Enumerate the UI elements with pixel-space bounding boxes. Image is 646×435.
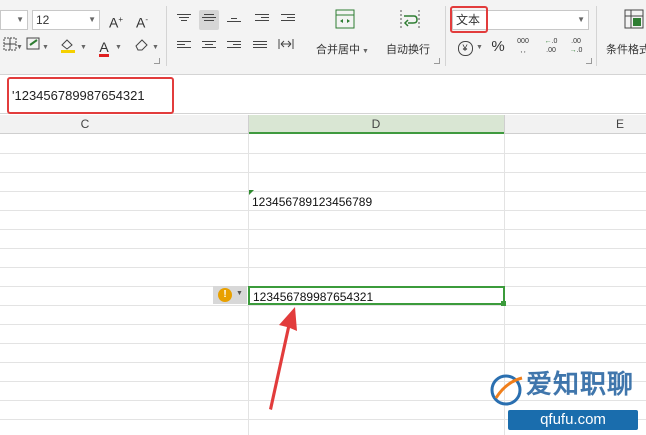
chevron-down-icon: ▼ — [152, 44, 159, 51]
chevron-down-icon: ▼ — [42, 44, 49, 51]
align-right-icon[interactable] — [224, 37, 244, 57]
increase-decimal-icon[interactable]: ←.0.00 — [541, 37, 561, 57]
watermark-url: qfufu.com — [508, 410, 638, 430]
wrap-text-button[interactable]: 自动换行 — [386, 41, 430, 57]
wrap-text-icon[interactable] — [398, 8, 422, 32]
column-header-e[interactable]: E — [520, 115, 646, 134]
row-gridline — [0, 248, 646, 249]
fill-color-icon[interactable] — [58, 37, 78, 57]
warning-icon[interactable]: ! — [218, 288, 232, 302]
font-dialog-launcher[interactable] — [154, 58, 160, 64]
font-size-combo[interactable]: 12 ▼ — [32, 10, 100, 30]
chevron-down-icon: ▼ — [577, 15, 585, 24]
font-color-icon[interactable]: A — [94, 37, 114, 57]
row-gridline — [0, 229, 646, 230]
decrease-decimal-icon[interactable]: .00 →.0 — [566, 37, 586, 57]
shrink-font-icon[interactable]: A- — [132, 10, 152, 31]
chevron-down-icon: ▼ — [80, 44, 87, 51]
chevron-down-icon: ▼ — [476, 44, 483, 51]
number-format-highlight — [450, 6, 488, 33]
eraser-icon[interactable] — [132, 37, 152, 57]
column-header-c[interactable]: C — [0, 115, 170, 134]
column-header-d[interactable]: D — [248, 115, 504, 134]
row-gridline — [0, 343, 646, 344]
distributed-align-icon[interactable] — [276, 37, 296, 57]
chevron-down-icon: ▼ — [115, 44, 122, 51]
column-divider — [504, 115, 505, 134]
row-gridline — [0, 153, 646, 154]
row-gridline — [0, 210, 646, 211]
column-gridline — [248, 134, 249, 435]
cell-style-icon[interactable] — [24, 37, 44, 57]
row-gridline — [0, 305, 646, 306]
decrease-indent-icon[interactable] — [252, 10, 272, 30]
watermark-title: 爱知职聊 — [526, 369, 635, 399]
justify-icon[interactable] — [250, 37, 270, 57]
column-divider — [248, 115, 249, 134]
align-left-icon[interactable] — [174, 37, 194, 57]
font-size-value: 12 — [36, 13, 50, 27]
active-cell-value: 123456789987654321 — [253, 290, 374, 304]
merge-center-icon[interactable] — [333, 8, 357, 32]
align-bottom-icon[interactable] — [224, 10, 244, 30]
percent-button[interactable]: % — [488, 37, 508, 57]
chevron-down-icon[interactable]: ▼ — [236, 290, 243, 297]
conditional-format-button[interactable]: 条件格式 — [606, 41, 646, 57]
align-center-icon[interactable] — [199, 37, 219, 57]
row-gridline — [0, 267, 646, 268]
row-gridline — [0, 172, 646, 173]
chevron-down-icon: ▼ — [88, 15, 96, 24]
fill-handle[interactable] — [501, 301, 506, 306]
currency-icon[interactable]: ¥ — [455, 37, 475, 57]
thousands-separator-icon[interactable]: 000 ‚ ‚ — [513, 37, 533, 57]
align-top-icon[interactable] — [174, 10, 194, 30]
ribbon-toolbar: ▼ 12 ▼ A+ A- ▼ ▼ ▼ A ▼ ▼ 合并居中 ▼ 自动换行 文本 … — [0, 0, 646, 74]
merge-center-button[interactable]: 合并居中 ▼ — [316, 41, 369, 57]
alignment-dialog-launcher[interactable] — [434, 58, 440, 64]
row-gridline — [0, 191, 646, 192]
chevron-down-icon: ▼ — [16, 44, 23, 51]
conditional-format-icon[interactable] — [622, 8, 646, 32]
watermark: 爱知职聊 qfufu.com — [488, 360, 646, 435]
font-name-combo[interactable]: ▼ — [0, 10, 28, 30]
align-middle-icon[interactable] — [199, 10, 219, 30]
cell-d-text-number[interactable]: 123456789123456789 — [252, 195, 372, 209]
row-gridline — [0, 324, 646, 325]
grow-font-icon[interactable]: A+ — [106, 10, 126, 31]
number-dialog-launcher[interactable] — [586, 58, 592, 64]
increase-indent-icon[interactable] — [278, 10, 298, 30]
chevron-down-icon: ▼ — [16, 15, 24, 24]
watermark-logo-icon — [490, 374, 523, 406]
formula-highlight — [7, 77, 174, 114]
red-arrow-annotation — [269, 307, 297, 410]
